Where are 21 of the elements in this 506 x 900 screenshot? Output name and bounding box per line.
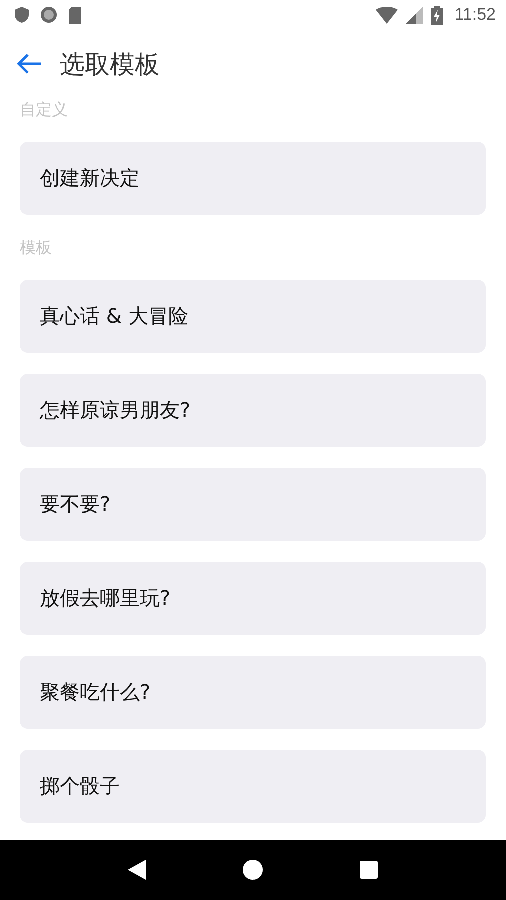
ring-icon xyxy=(40,6,58,24)
sd-card-icon xyxy=(68,6,82,24)
wifi-icon xyxy=(376,6,398,24)
section-label: 自定义 xyxy=(19,100,69,120)
status-time: 11:52 xyxy=(454,5,496,25)
signal-icon xyxy=(406,6,423,24)
battery-icon xyxy=(430,6,443,24)
template-item[interactable]: 掷个骰子 xyxy=(20,750,486,823)
home-icon[interactable] xyxy=(242,860,263,880)
template-item[interactable]: 怎样原谅男朋友? xyxy=(20,374,486,447)
template-item[interactable]: 真心话 & 大冒险 xyxy=(20,280,486,353)
template-item[interactable]: 创建新决定 xyxy=(20,142,486,215)
back-arrow-icon[interactable] xyxy=(16,53,42,75)
recents-icon[interactable] xyxy=(360,861,378,879)
shield-icon xyxy=(14,6,30,24)
screen-title: 选取模板 xyxy=(60,48,160,80)
section-label: 模板 xyxy=(19,238,53,258)
template-item[interactable]: 放假去哪里玩? xyxy=(20,562,486,635)
template-item[interactable]: 要不要? xyxy=(20,468,486,541)
template-item[interactable]: 聚餐吃什么? xyxy=(20,656,486,729)
back-icon[interactable] xyxy=(128,860,146,880)
